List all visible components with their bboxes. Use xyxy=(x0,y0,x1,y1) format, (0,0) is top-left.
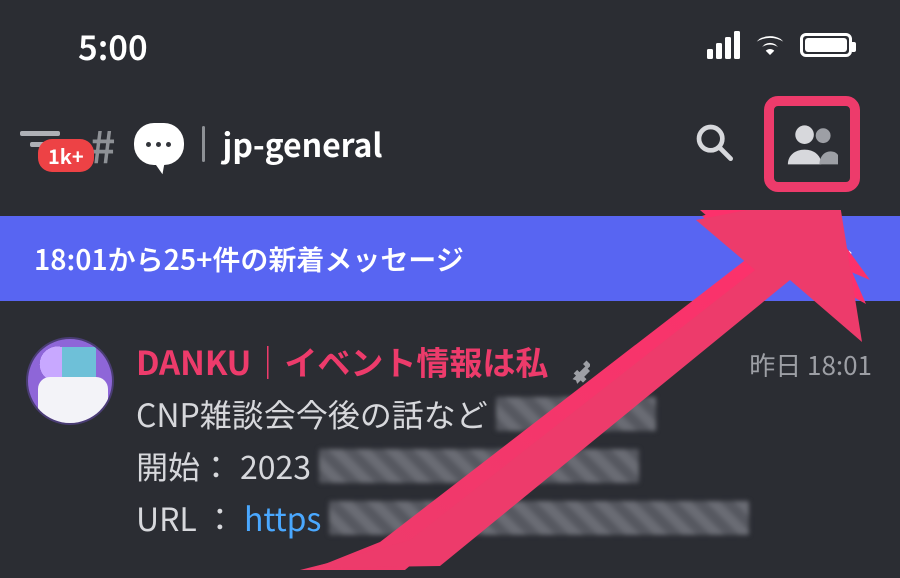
search-button[interactable] xyxy=(694,122,734,167)
chat-bubble-icon xyxy=(134,123,184,165)
message-row: DANKU｜イベント情報は私 昨日 18:01 CNP雑談会今後の話など 開始：… xyxy=(0,301,900,541)
redacted-text xyxy=(496,397,656,431)
message-timestamp: 昨日 18:01 xyxy=(749,346,872,383)
unread-badge: 1k+ xyxy=(38,139,94,172)
divider xyxy=(202,126,205,162)
message-text: CNP雑談会今後の話など xyxy=(136,391,488,437)
url-link[interactable]: https xyxy=(244,495,321,541)
avatar[interactable] xyxy=(26,337,114,425)
field-value: 2023 xyxy=(240,443,311,489)
cellular-icon xyxy=(707,31,740,59)
message-body: DANKU｜イベント情報は私 昨日 18:01 CNP雑談会今後の話など 開始：… xyxy=(136,337,872,541)
members-button-highlight[interactable] xyxy=(764,96,860,192)
redacted-text xyxy=(319,449,639,483)
field-label: 開始： xyxy=(136,443,232,489)
redacted-text xyxy=(329,501,749,535)
channel-name[interactable]: jp-general xyxy=(223,121,676,167)
status-time: 5:00 xyxy=(78,21,148,70)
bot-badge-icon xyxy=(562,356,590,385)
menu-button[interactable]: 1k+ xyxy=(20,131,60,158)
status-bar: 5:00 xyxy=(0,0,900,78)
close-icon[interactable]: ✕ xyxy=(828,234,857,283)
message-header: DANKU｜イベント情報は私 昨日 18:01 xyxy=(136,337,872,385)
message-line-3: URL ： https xyxy=(136,495,872,541)
new-messages-banner[interactable]: 18:01から25+件の新着メッセージ ✕ xyxy=(0,216,900,301)
message-line-1: CNP雑談会今後の話など xyxy=(136,391,872,437)
message-author[interactable]: DANKU｜イベント情報は私 xyxy=(136,337,548,385)
battery-icon xyxy=(800,33,852,57)
new-messages-text: 18:01から25+件の新着メッセージ xyxy=(34,239,464,279)
channel-header: 1k+ # jp-general xyxy=(0,78,900,216)
members-icon xyxy=(786,120,838,168)
search-icon xyxy=(694,122,734,162)
status-indicators xyxy=(707,31,852,60)
message-line-2: 開始： 2023 xyxy=(136,443,872,489)
hash-icon: # xyxy=(90,112,116,176)
wifi-icon xyxy=(754,31,786,60)
field-label: URL ： xyxy=(136,495,236,541)
